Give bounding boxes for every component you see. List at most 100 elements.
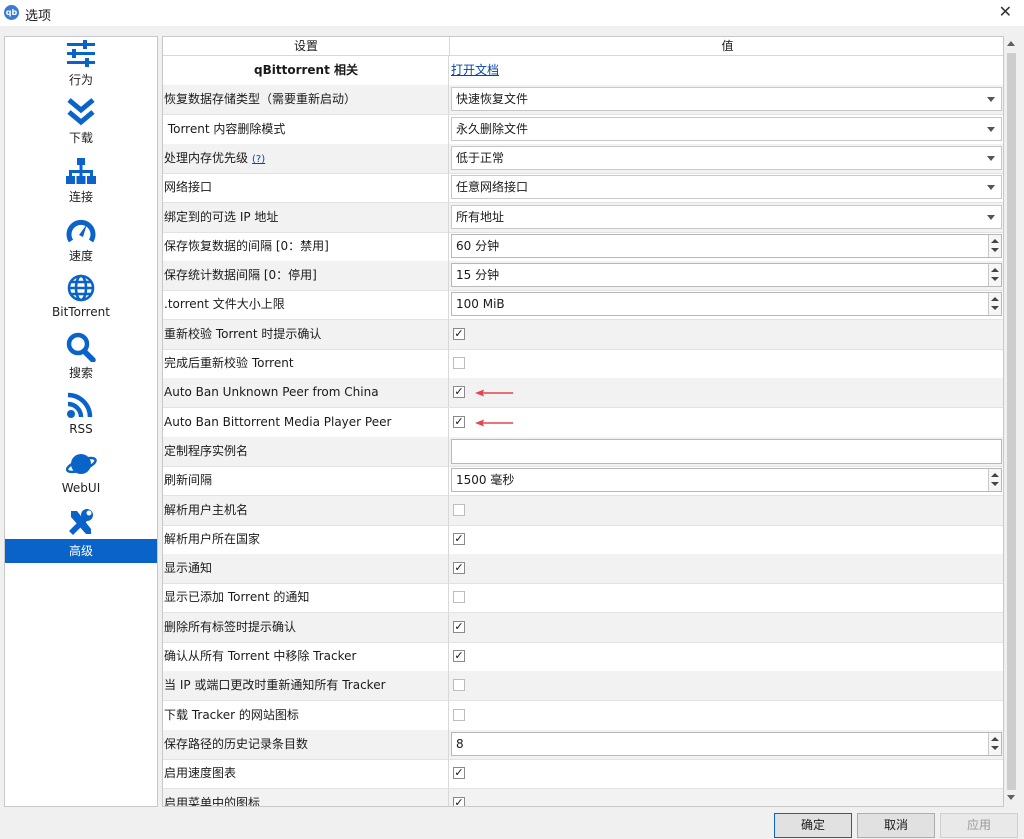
- setting-spinbox[interactable]: 100 MiB: [451, 292, 1002, 317]
- setting-dropdown[interactable]: 快速恢复文件: [451, 87, 1002, 112]
- spinbox-buttons[interactable]: [988, 469, 1001, 492]
- scrollbar-thumb[interactable]: [1007, 53, 1016, 790]
- table-row: 当 IP 或端口更改时重新通知所有 Tracker: [163, 671, 1003, 702]
- setting-label: 恢复数据存储类型（需要重新启动）: [164, 92, 357, 107]
- close-icon[interactable]: ✕: [999, 2, 1012, 21]
- dropdown-value: 任意网络接口: [456, 180, 529, 195]
- setting-dropdown[interactable]: 永久删除文件: [451, 116, 1002, 141]
- setting-checkbox[interactable]: ✓: [453, 620, 465, 633]
- sidebar-item-advanced-icon-area[interactable]: [5, 507, 157, 541]
- cancel-button[interactable]: 取消: [857, 813, 935, 838]
- spinbox-buttons[interactable]: [988, 264, 1001, 287]
- column-header-setting[interactable]: 设置: [163, 37, 450, 55]
- setting-checkbox[interactable]: [453, 503, 465, 516]
- spinbox-buttons[interactable]: [988, 234, 1001, 257]
- setting-value-cell: [450, 701, 1003, 730]
- setting-spinbox[interactable]: 1500 毫秒: [451, 468, 1002, 493]
- setting-value-cell: [450, 583, 1003, 612]
- setting-label: 显示已添加 Torrent 的通知: [164, 590, 310, 605]
- setting-checkbox[interactable]: [453, 708, 465, 721]
- setting-checkbox[interactable]: ✓: [453, 561, 465, 575]
- setting-label: 处理内存优先级: [164, 150, 249, 165]
- check-mark-icon: ✓: [454, 326, 464, 340]
- annotation-arrow-icon: [475, 419, 513, 427]
- table-row: 解析用户主机名: [163, 495, 1003, 526]
- setting-label: 下载 Tracker 的网站图标: [164, 707, 299, 722]
- help-link[interactable]: (?): [252, 154, 265, 165]
- dropdown-value: 快速恢复文件: [456, 92, 529, 107]
- ok-button[interactable]: 确定: [774, 813, 852, 838]
- spinbox-buttons[interactable]: [988, 293, 1001, 316]
- sidebar-item-label: 行为: [68, 73, 93, 87]
- sidebar-item-search[interactable]: 搜索: [5, 332, 157, 388]
- table-row: 保存恢复数据的间隔 [0：禁用] 60 分钟: [163, 231, 1003, 262]
- sidebar-item-rss[interactable]: RSS: [5, 390, 157, 446]
- sidebar-item-downloads[interactable]: 下载: [5, 97, 157, 153]
- spin-down-icon[interactable]: [991, 306, 999, 311]
- spin-down-icon[interactable]: [991, 745, 999, 750]
- setting-checkbox[interactable]: [453, 679, 465, 692]
- chevron-down-icon: [987, 155, 995, 161]
- spin-up-icon[interactable]: [991, 297, 999, 302]
- open-docs-link[interactable]: 打开文档: [451, 56, 499, 85]
- setting-checkbox[interactable]: ✓: [453, 796, 465, 806]
- setting-label: 保存路径的历史记录条目数: [164, 736, 309, 751]
- setting-value-cell: 8: [450, 730, 1003, 759]
- check-mark-icon: ✓: [454, 414, 464, 428]
- setting-checkbox[interactable]: ✓: [453, 767, 465, 780]
- spin-down-icon[interactable]: [991, 482, 999, 487]
- check-mark-icon: ✓: [454, 561, 464, 575]
- setting-label-cell: 启用菜单中的图标: [163, 788, 449, 806]
- spin-down-icon[interactable]: [991, 277, 999, 282]
- vertical-scrollbar[interactable]: [1004, 36, 1019, 807]
- spin-up-icon[interactable]: [991, 268, 999, 273]
- instance-name-input[interactable]: [451, 438, 1002, 464]
- settings-table: 设置 值 qBittorrent 相关 打开文档 恢复数据存储类型（需要重新启动） 快…: [162, 36, 1004, 807]
- scroll-down-icon[interactable]: [1007, 795, 1015, 800]
- setting-checkbox[interactable]: ✓: [453, 532, 465, 545]
- sidebar-item-connection[interactable]: 连接: [5, 156, 157, 212]
- table-row: 下载 Tracker 的网站图标: [163, 700, 1003, 731]
- setting-value-cell: 100 MiB: [450, 290, 1003, 319]
- setting-checkbox[interactable]: [453, 591, 465, 604]
- setting-dropdown[interactable]: 所有地址: [451, 204, 1002, 229]
- setting-label-cell: 绑定到的可选 IP 地址: [163, 202, 449, 232]
- check-mark-icon: ✓: [454, 385, 464, 399]
- setting-dropdown[interactable]: 任意网络接口: [451, 175, 1002, 200]
- spin-down-icon[interactable]: [991, 247, 999, 252]
- setting-checkbox[interactable]: ✓: [453, 414, 465, 428]
- setting-value-cell: 任意网络接口: [450, 173, 1003, 202]
- spinbox-buttons[interactable]: [988, 732, 1001, 755]
- setting-checkbox[interactable]: [453, 357, 465, 369]
- sidebar-item-advanced[interactable]: 高级: [5, 539, 157, 563]
- sidebar-item-bittorrent[interactable]: BitTorrent: [5, 273, 157, 329]
- setting-checkbox[interactable]: ✓: [453, 650, 465, 662]
- setting-spinbox[interactable]: 8: [451, 731, 1002, 756]
- sidebar-item-webui[interactable]: WebUI: [5, 449, 157, 505]
- setting-value-cell: 15 分钟: [450, 261, 1003, 290]
- setting-spinbox[interactable]: 60 分钟: [451, 233, 1002, 258]
- sliders-icon: [67, 40, 95, 67]
- tools-icon: [69, 509, 93, 535]
- speedometer-icon: [66, 219, 96, 243]
- spin-up-icon[interactable]: [991, 736, 999, 741]
- setting-checkbox[interactable]: ✓: [453, 385, 465, 399]
- setting-dropdown[interactable]: 低于正常: [451, 145, 1002, 170]
- spinbox-value: 15 分钟: [456, 268, 500, 283]
- setting-checkbox[interactable]: ✓: [453, 326, 465, 340]
- apply-button[interactable]: 应用: [940, 813, 1018, 838]
- scroll-up-icon[interactable]: [1007, 41, 1015, 46]
- setting-label-cell: Auto Ban Bittorrent Media Player Peer: [163, 407, 449, 437]
- setting-label-cell: 启用速度图表: [163, 759, 449, 789]
- spin-up-icon[interactable]: [991, 238, 999, 243]
- setting-label-cell: 保存统计数据间隔 [0：停用]: [163, 261, 449, 291]
- column-header-value[interactable]: 值: [450, 37, 1003, 55]
- sidebar-item-label: BitTorrent: [52, 305, 110, 319]
- sidebar-item-speed[interactable]: 速度: [5, 215, 157, 271]
- spin-up-icon[interactable]: [991, 473, 999, 478]
- app-icon: qb: [4, 5, 19, 20]
- setting-spinbox[interactable]: 15 分钟: [451, 263, 1002, 288]
- table-row: Torrent 内容删除模式 永久删除文件: [163, 114, 1003, 145]
- setting-label: 网络接口: [164, 180, 213, 195]
- sidebar-item-behavior[interactable]: 行为: [5, 39, 157, 95]
